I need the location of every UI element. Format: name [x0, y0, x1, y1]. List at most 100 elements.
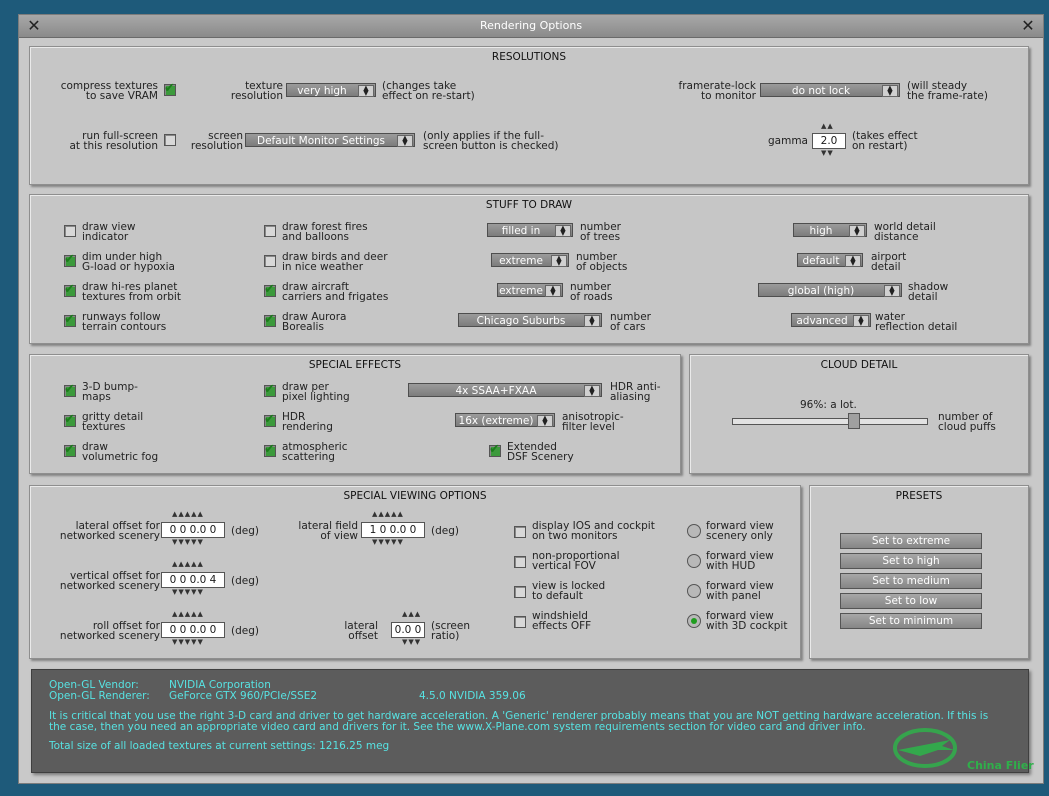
lateral-offset-up-arrows[interactable]: ▲▲▲▲▲: [172, 511, 204, 518]
check-atmospheric-scattering-label: atmospheric scattering: [282, 441, 348, 463]
check-volumetric-fog-label: draw volumetric fog: [82, 441, 159, 463]
texture-resolution-value: very high: [297, 85, 347, 97]
cloud-value-text: 96%: a lot.: [800, 399, 857, 411]
check-hdr-rendering[interactable]: [264, 412, 276, 427]
check-forest-fires[interactable]: [264, 225, 276, 237]
chevron-updown-icon: ▲ ▼: [849, 225, 865, 237]
check-bump-maps[interactable]: [64, 382, 76, 397]
preset-high-button[interactable]: Set to high: [840, 553, 982, 569]
check-view-indicator[interactable]: [64, 225, 76, 237]
resolutions-panel: RESOLUTIONS compress textures to save VR…: [29, 46, 1029, 185]
plane-logo-icon: [893, 728, 957, 768]
gamma-field[interactable]: 2.0: [812, 133, 846, 149]
airport-detail-label: airport detail: [871, 251, 907, 273]
check-nonprop-fov[interactable]: [514, 556, 526, 568]
world-detail-label: world detail distance: [874, 221, 936, 243]
radio-3d-cockpit[interactable]: [687, 614, 701, 628]
water-reflection-dropdown[interactable]: advanced ▲ ▼: [791, 313, 871, 327]
check-bump-maps-label: 3-D bump- maps: [82, 381, 138, 403]
full-screen-checkbox[interactable]: [164, 134, 176, 146]
renderer-value: GeForce GTX 960/PCIe/SSE2: [169, 690, 318, 702]
fov-up-arrows[interactable]: ▲▲▲▲▲: [372, 511, 404, 518]
check-hires-planet[interactable]: [64, 282, 76, 297]
lat-offset-down-arrows[interactable]: ▼▼▼: [402, 639, 421, 646]
lat-offset-up-arrows[interactable]: ▲▲▲: [402, 611, 421, 618]
check-atmospheric-scattering[interactable]: [264, 442, 276, 457]
texture-total: Total size of all loaded textures at cur…: [49, 740, 390, 752]
gamma-up-arrows[interactable]: ▲▲: [821, 123, 834, 130]
roll-offset-up-arrows[interactable]: ▲▲▲▲▲: [172, 611, 204, 618]
check-gritty-detail[interactable]: [64, 412, 76, 427]
hdr-antialiasing-value: 4x SSAA+FXAA: [455, 385, 537, 397]
preset-low-button[interactable]: Set to low: [840, 593, 982, 609]
gamma-label: gamma: [768, 135, 808, 147]
lat-offset-field[interactable]: 0.0 0: [391, 622, 425, 638]
texture-resolution-dropdown[interactable]: very high ▲ ▼: [286, 83, 376, 97]
check-windshield[interactable]: [514, 616, 526, 628]
roads-dropdown[interactable]: extreme ▲ ▼: [497, 283, 563, 297]
cars-dropdown[interactable]: Chicago Suburbs ▲ ▼: [458, 313, 602, 327]
preset-medium-button[interactable]: Set to medium: [840, 573, 982, 589]
check-carriers[interactable]: [264, 282, 276, 297]
fov-label: lateral field of view: [298, 520, 358, 542]
check-aurora[interactable]: [264, 312, 276, 327]
radio-panel[interactable]: [687, 584, 701, 598]
vertical-offset-label: vertical offset for networked scenery: [59, 570, 160, 592]
world-detail-dropdown[interactable]: high ▲ ▼: [793, 223, 867, 237]
objects-label: number of objects: [576, 251, 628, 273]
chevron-updown-icon: ▲ ▼: [853, 315, 869, 327]
check-view-locked[interactable]: [514, 586, 526, 598]
cloud-slider-thumb[interactable]: [848, 413, 860, 429]
close-icon[interactable]: ✕: [1019, 17, 1037, 35]
radio-scenery-only[interactable]: [687, 524, 701, 538]
airport-detail-value: default: [802, 255, 840, 267]
trees-dropdown[interactable]: filled in ▲ ▼: [487, 223, 573, 237]
preset-extreme-button[interactable]: Set to extreme: [840, 533, 982, 549]
framerate-lock-value: do not lock: [791, 85, 851, 97]
anisotropic-filter-value: 16x (extreme): [458, 415, 534, 427]
shadow-detail-dropdown[interactable]: global (high) ▲ ▼: [758, 283, 902, 297]
chevron-updown-icon: ▲ ▼: [555, 225, 571, 237]
vertical-offset-field[interactable]: 0 0 0.0 4: [161, 572, 225, 588]
check-birds-deer[interactable]: [264, 255, 276, 267]
renderer-label: Open-GL Renderer:: [49, 690, 150, 702]
fov-down-arrows[interactable]: ▼▼▼▼▼: [372, 539, 404, 546]
roll-offset-field[interactable]: 0 0 0.0 0: [161, 622, 225, 638]
fov-field[interactable]: 1 0 0.0 0: [361, 522, 425, 538]
vertical-offset-down-arrows[interactable]: ▼▼▼▼▼: [172, 589, 204, 596]
check-view-locked-label: view is locked to default: [532, 580, 606, 602]
vertical-offset-deg: (deg): [231, 575, 259, 587]
check-runways-follow[interactable]: [64, 312, 76, 327]
shadow-detail-value: global (high): [787, 285, 855, 297]
anisotropic-filter-dropdown[interactable]: 16x (extreme) ▲ ▼: [455, 413, 555, 427]
check-two-monitors[interactable]: [514, 526, 526, 538]
lateral-offset-deg: (deg): [231, 525, 259, 537]
roll-offset-down-arrows[interactable]: ▼▼▼▼▼: [172, 639, 204, 646]
check-nonprop-fov-label: non-proportional vertical FOV: [532, 550, 620, 572]
vertical-offset-up-arrows[interactable]: ▲▲▲▲▲: [172, 561, 204, 568]
check-pixel-lighting[interactable]: [264, 382, 276, 397]
chevron-updown-icon: ▲ ▼: [584, 315, 600, 327]
cloud-slider-track[interactable]: [732, 418, 928, 425]
radio-hud[interactable]: [687, 554, 701, 568]
check-extended-dsf[interactable]: [489, 442, 501, 457]
compress-textures-checkbox[interactable]: [164, 81, 176, 96]
check-dim-gload[interactable]: [64, 252, 76, 267]
lateral-offset-field[interactable]: 0 0 0.0 0: [161, 522, 225, 538]
screen-resolution-dropdown[interactable]: Default Monitor Settings ▲ ▼: [245, 133, 415, 147]
stuff-to-draw-header: STUFF TO DRAW: [485, 199, 573, 211]
check-windshield-label: windshield effects OFF: [532, 610, 592, 632]
radio-panel-label: forward view with panel: [706, 580, 774, 602]
preset-minimum-button[interactable]: Set to minimum: [840, 613, 982, 629]
objects-dropdown[interactable]: extreme ▲ ▼: [491, 253, 569, 267]
lateral-offset-down-arrows[interactable]: ▼▼▼▼▼: [172, 539, 204, 546]
check-volumetric-fog[interactable]: [64, 442, 76, 457]
hdr-antialiasing-dropdown[interactable]: 4x SSAA+FXAA ▲ ▼: [408, 383, 602, 397]
framerate-lock-dropdown[interactable]: do not lock ▲ ▼: [760, 83, 900, 97]
trees-label: number of trees: [580, 221, 621, 243]
texture-resolution-label: texture resolution: [230, 80, 283, 102]
gamma-down-arrows[interactable]: ▼▼: [821, 150, 834, 157]
screen-resolution-note: (only applies if the full- screen button…: [423, 130, 559, 152]
check-two-monitors-label: display IOS and cockpit on two monitors: [532, 520, 655, 542]
airport-detail-dropdown[interactable]: default ▲ ▼: [797, 253, 863, 267]
